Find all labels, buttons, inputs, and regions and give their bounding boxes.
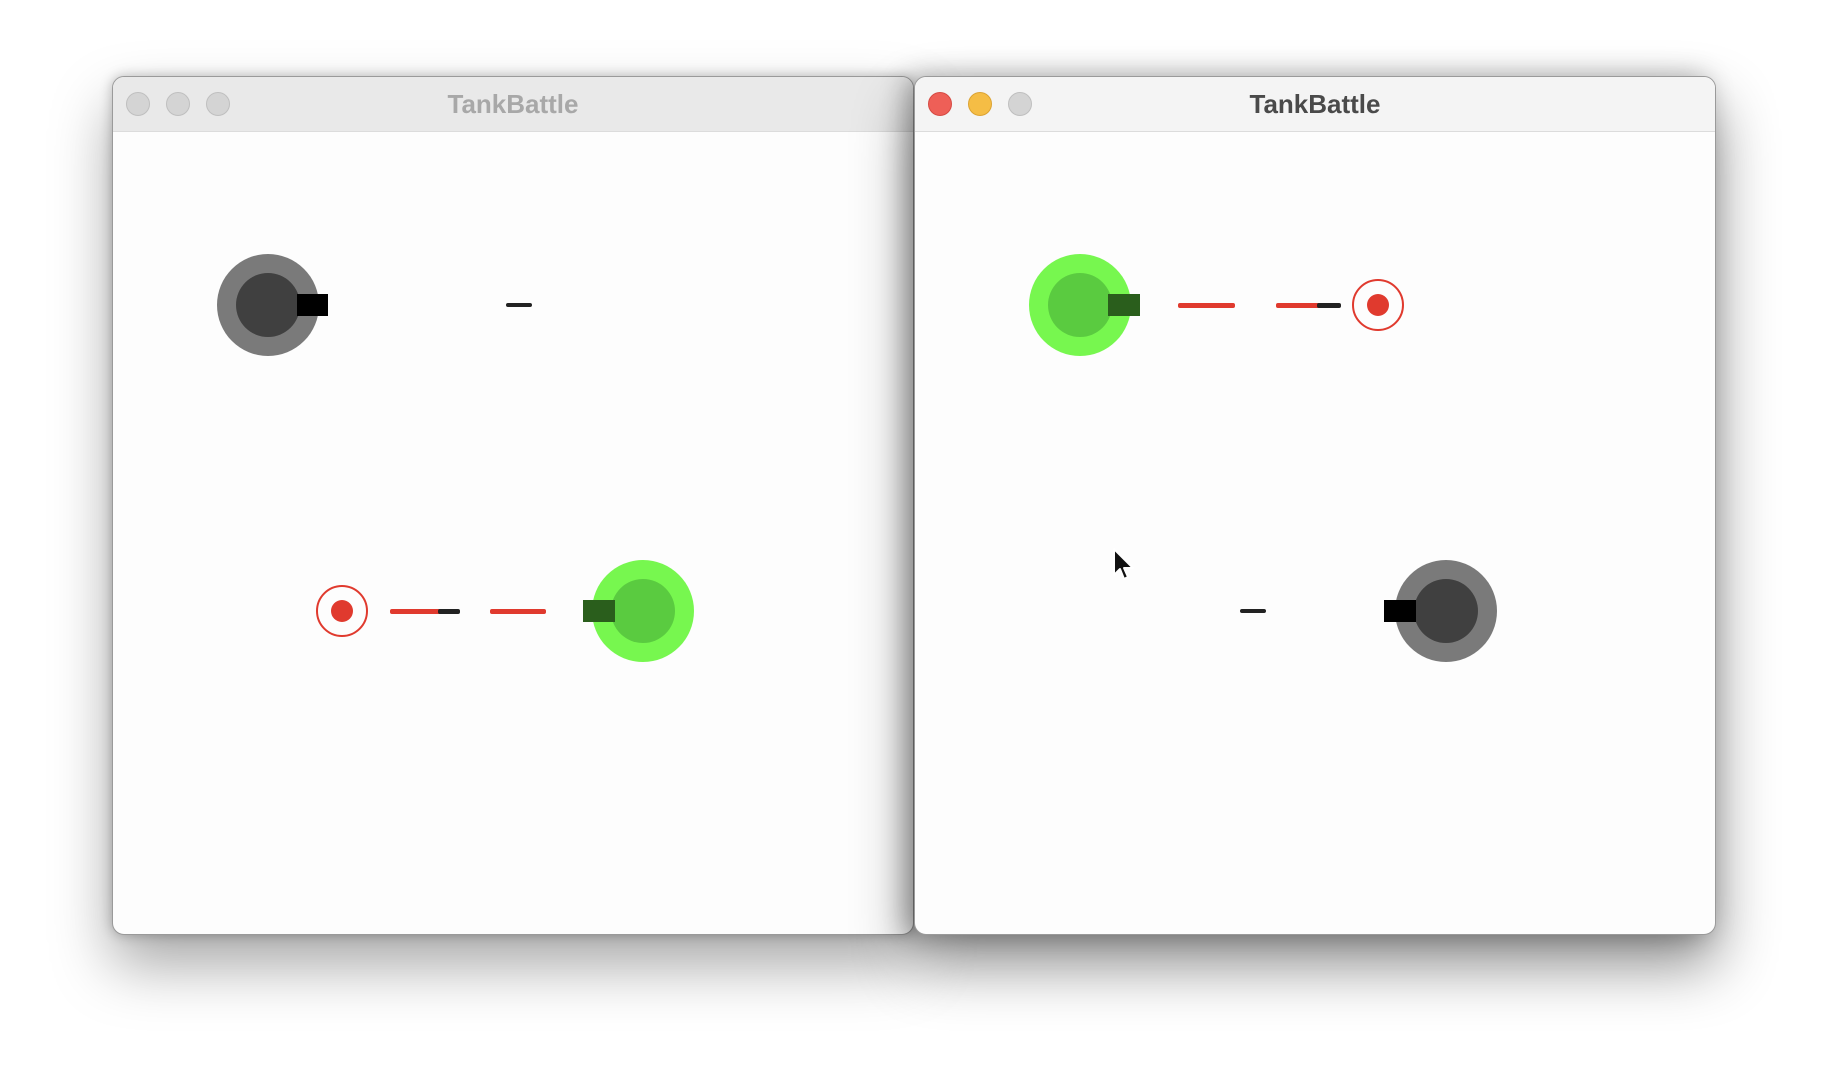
enemy-tank-turret [236,273,300,337]
enemy-bullet [1240,609,1266,613]
player-tank-turret [611,579,675,643]
game-canvas[interactable] [915,132,1715,934]
player-tank-barrel [1108,294,1140,316]
player-tank [583,560,694,662]
mouse-pointer-icon [1113,548,1134,580]
player-tank-barrel [583,600,615,622]
target-dot [1367,294,1389,316]
tankbattle-window-left[interactable]: TankBattle [112,76,914,935]
title-bar[interactable]: TankBattle [113,77,913,132]
target-marker [1352,279,1404,331]
title-bar[interactable]: TankBattle [915,77,1715,132]
enemy-tank [1384,560,1497,662]
target-marker [316,585,368,637]
enemy-bullet [1317,303,1341,308]
enemy-bullet [506,303,532,307]
enemy-tank [217,254,328,356]
enemy-tank-barrel [297,294,328,316]
player-tank [1029,254,1140,356]
enemy-bullet [438,609,460,614]
player-bullet [1178,303,1235,308]
player-bullet [490,609,546,614]
window-title: TankBattle [447,89,579,119]
player-tank-turret [1048,273,1112,337]
enemy-tank-barrel [1384,600,1416,622]
enemy-tank-turret [1414,579,1478,643]
tankbattle-window-right[interactable]: TankBattle [914,76,1716,935]
window-title: TankBattle [1249,89,1381,119]
game-canvas[interactable] [113,132,913,934]
target-dot [331,600,353,622]
